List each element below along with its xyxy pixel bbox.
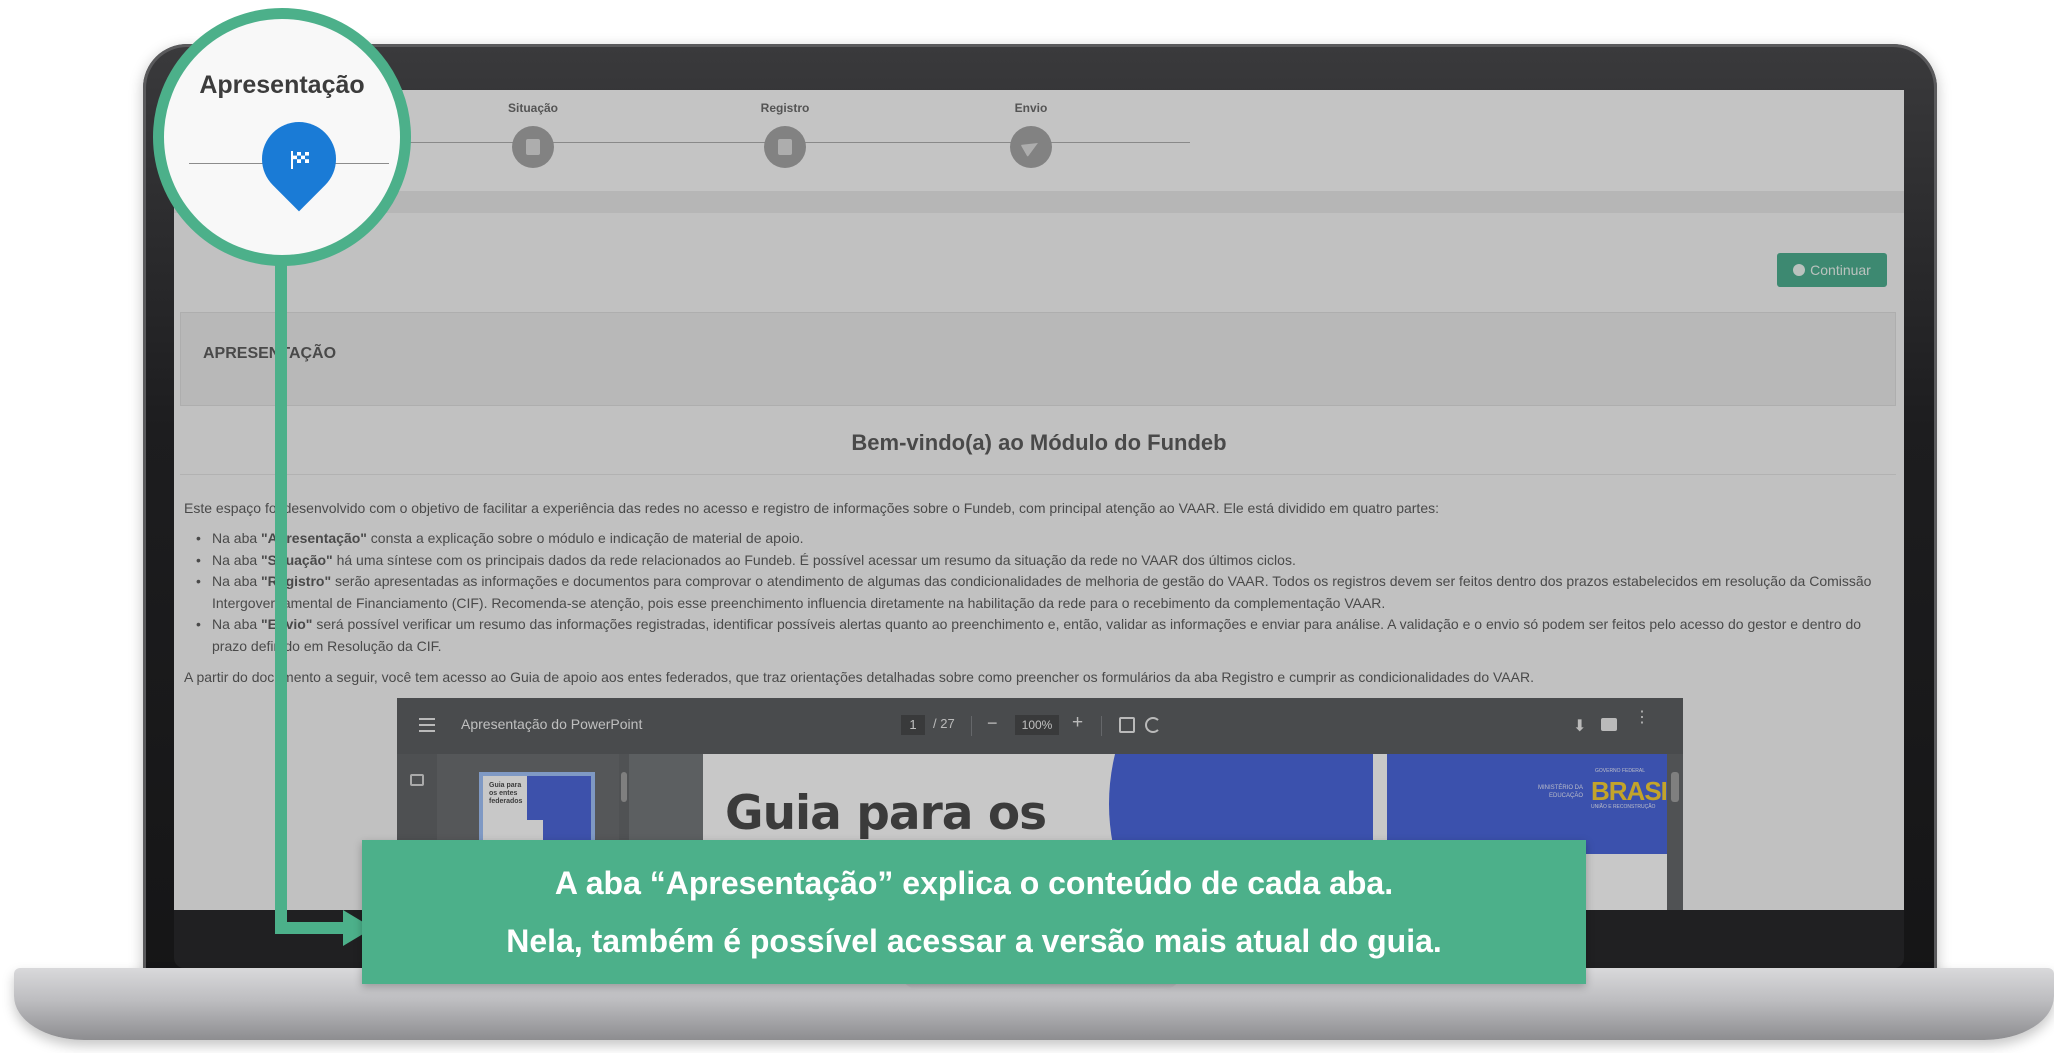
arrow-circle-icon <box>1793 264 1806 276</box>
toolbar-divider <box>971 716 972 736</box>
send-icon <box>1010 126 1052 168</box>
callout-line-2: Nela, também é possível acessar a versão… <box>506 923 1442 959</box>
callout-box: A aba “Apresentação” explica o conteúdo … <box>362 840 1586 984</box>
step-envio[interactable]: Envio <box>991 98 1071 168</box>
brasil-logo: BRASIL <box>1591 776 1667 806</box>
zoom-highlight: Apresentação <box>153 8 411 266</box>
step-label: Registro <box>760 101 810 115</box>
zoom-out-button[interactable]: − <box>987 713 998 734</box>
step-label: Situação <box>507 101 558 115</box>
callout-line-1: A aba “Apresentação” explica o conteúdo … <box>554 865 1394 901</box>
toolbar-divider <box>1101 716 1102 736</box>
rotate-icon[interactable] <box>1145 717 1161 733</box>
print-icon[interactable] <box>1601 718 1617 731</box>
list-item: Na aba "Apresentação" consta a explicaçã… <box>194 528 1892 550</box>
gov-label: GOVERNO FEDERAL <box>1595 768 1646 774</box>
zoom-in-button[interactable]: + <box>1072 712 1083 734</box>
list-item: Na aba "Registro" serão apresentadas as … <box>194 571 1892 614</box>
screen: Situação Registro Envio Continuar APRESE… <box>174 90 1904 910</box>
page-scrollbar[interactable] <box>1667 754 1683 910</box>
step-label-zoomed: Apresentação <box>199 71 365 99</box>
file-icon <box>764 126 806 168</box>
title-divider <box>180 474 1896 475</box>
intro-text: Este espaço foi desenvolvido com o objet… <box>184 500 1439 516</box>
list-item: Na aba "Envio" será possível verificar u… <box>194 614 1892 657</box>
menu-icon[interactable] <box>419 718 435 732</box>
page-number-input[interactable]: 1 <box>901 715 925 735</box>
list-item: Na aba "Situação" há uma síntese com os … <box>194 550 1892 572</box>
step-situacao[interactable]: Situação <box>493 98 573 168</box>
thumbnail-text: Guia para os entes federados <box>489 782 523 805</box>
brasil-tagline: UNIÃO E RECONSTRUÇÃO <box>1591 804 1656 810</box>
download-icon[interactable]: ⬇ <box>1573 716 1586 736</box>
step-registro[interactable]: Registro <box>745 98 825 168</box>
zoom-input[interactable]: 100% <box>1015 715 1059 735</box>
section-header: APRESENTAÇÃO <box>180 312 1896 406</box>
step-label: Envio <box>1014 101 1048 115</box>
continue-button[interactable]: Continuar <box>1777 253 1887 287</box>
tab-description-list: Na aba "Apresentação" consta a explicaçã… <box>194 528 1892 657</box>
connector-line <box>275 258 287 934</box>
page-title: Bem-vindo(a) ao Módulo do Fundeb <box>851 430 1227 455</box>
guide-intro-text: A partir do documento a seguir, você tem… <box>184 669 1534 685</box>
ministry-label: MINISTÉRIO DA EDUCAÇÃO <box>1537 785 1583 799</box>
continue-label: Continuar <box>1810 262 1871 278</box>
stepper: Situação Registro Envio <box>174 90 1904 191</box>
fit-page-icon[interactable] <box>1119 717 1135 733</box>
page-total: / 27 <box>933 716 955 731</box>
stepper-divider <box>174 191 1904 213</box>
connector-line <box>275 922 343 934</box>
slide-headline: Guia para os <box>725 786 1047 841</box>
flag-icon <box>291 151 309 169</box>
thumbnails-icon[interactable] <box>410 774 424 786</box>
pdf-toolbar: Apresentação do PowerPoint 1 / 27 − 100%… <box>397 698 1683 754</box>
pdf-title: Apresentação do PowerPoint <box>461 716 643 732</box>
more-options-icon[interactable]: ⋮ <box>1634 710 1650 726</box>
document-icon <box>512 126 554 168</box>
